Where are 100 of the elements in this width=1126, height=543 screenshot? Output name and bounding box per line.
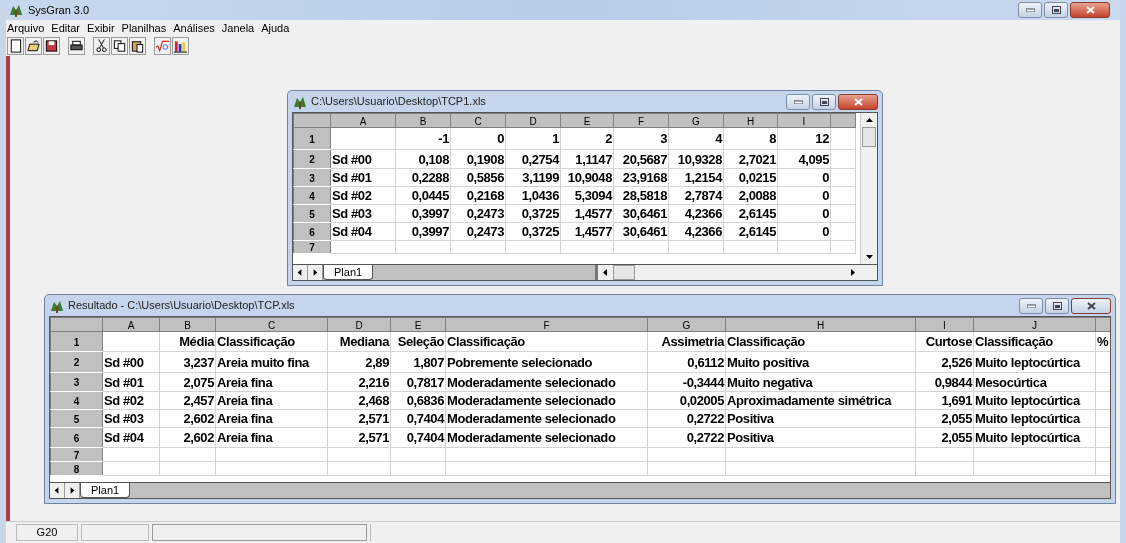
open-folder-button[interactable] <box>25 37 42 55</box>
minimize-icon <box>1025 8 1035 12</box>
table-cell: 12 <box>815 131 829 146</box>
close-icon <box>1086 301 1096 310</box>
table-cell: 4,095 <box>798 151 829 167</box>
row-header[interactable]: 6 <box>309 226 315 238</box>
row-header[interactable]: 4 <box>309 190 315 202</box>
column-header[interactable]: D <box>355 320 363 331</box>
restore-button[interactable] <box>1044 2 1068 18</box>
row-header[interactable]: 7 <box>309 242 315 253</box>
row-header[interactable]: 2 <box>309 154 315 165</box>
row-header[interactable]: 3 <box>309 172 315 184</box>
table-cell: Muito leptocúrtica <box>975 411 1080 426</box>
menu-item[interactable]: Exibir <box>87 19 115 37</box>
column-header[interactable]: D <box>529 116 537 127</box>
table-cell: Classificação <box>727 334 805 349</box>
previous-sheet-icon[interactable] <box>50 483 65 498</box>
table-cell: Areia muito fina <box>217 354 309 370</box>
scroll-thumb[interactable] <box>862 127 876 147</box>
copy-button[interactable] <box>111 37 128 55</box>
row-header[interactable]: 2 <box>73 357 80 368</box>
bar-chart-icon <box>173 38 188 54</box>
column-header[interactable]: A <box>127 320 135 331</box>
new-file-icon <box>8 38 23 54</box>
table-cell: Areia fina <box>217 374 273 390</box>
column-header[interactable]: C <box>267 320 276 331</box>
menu-item[interactable]: Arquivo <box>7 19 45 37</box>
column-header[interactable]: B <box>184 320 191 331</box>
previous-sheet-icon[interactable] <box>293 265 308 280</box>
table-cell: 2,7874 <box>684 188 722 203</box>
horizontal-scrollbar[interactable] <box>595 265 860 280</box>
restore-button[interactable] <box>1045 297 1069 314</box>
table-cell: Areia fina <box>217 393 273 408</box>
table-cell: 0,1908 <box>466 151 504 167</box>
column-header[interactable]: E <box>583 116 591 127</box>
bar-chart-button[interactable] <box>172 37 189 55</box>
column-header[interactable]: I <box>943 320 946 331</box>
restore-button[interactable] <box>812 93 836 110</box>
scissors-icon <box>94 38 109 54</box>
row-header[interactable]: 3 <box>73 377 80 388</box>
column-header[interactable]: G <box>692 116 700 127</box>
table-cell: Sd #00 <box>332 151 372 167</box>
table-cell: Assimetria <box>661 334 724 349</box>
table-cell: 0,02005 <box>679 393 724 408</box>
printer-button[interactable] <box>68 37 85 55</box>
next-sheet-icon[interactable] <box>65 483 80 498</box>
column-header[interactable]: A <box>359 116 367 127</box>
table-cell: Classificação <box>447 334 525 349</box>
column-header[interactable]: F <box>543 320 550 331</box>
table-cell: Positiva <box>727 430 774 445</box>
column-header[interactable]: C <box>474 116 482 127</box>
menu-item[interactable]: Janela <box>221 19 255 37</box>
column-header[interactable]: E <box>414 320 422 331</box>
close-button[interactable] <box>1071 297 1111 314</box>
column-header[interactable]: F <box>637 116 645 127</box>
new-file-button[interactable] <box>7 37 24 55</box>
row-header[interactable]: 5 <box>309 208 315 220</box>
scissors-button[interactable] <box>93 37 110 55</box>
table-cell: 1,4577 <box>574 224 612 239</box>
column-header[interactable]: I <box>802 116 806 127</box>
table-cell: 2 <box>605 131 612 146</box>
row-header[interactable]: 7 <box>73 449 80 461</box>
menu-item[interactable]: Ajuda <box>261 19 290 37</box>
copy-icon <box>112 38 127 54</box>
table-cell: 2,468 <box>358 393 389 408</box>
row-header[interactable]: 8 <box>73 463 80 475</box>
sheet-tab[interactable]: Plan1 <box>323 265 374 280</box>
row-header[interactable]: 1 <box>309 133 315 145</box>
row-header[interactable]: 1 <box>73 336 80 348</box>
window-title: Resultado - C:\Users\Usuario\Desktop\TCP.xls <box>68 298 295 314</box>
table-cell: Moderadamente selecionado <box>447 393 616 408</box>
save-button[interactable] <box>43 37 60 55</box>
paste-button[interactable] <box>129 37 146 55</box>
close-button[interactable] <box>1070 2 1110 18</box>
square-root-icon <box>155 38 170 54</box>
column-header[interactable]: G <box>682 320 691 331</box>
square-root-button[interactable] <box>154 37 171 55</box>
vertical-scrollbar[interactable] <box>860 113 877 264</box>
row-header[interactable]: 6 <box>73 432 80 444</box>
table-cell: Moderadamente selecionado <box>447 374 616 390</box>
menu-item[interactable]: Análises <box>173 19 215 37</box>
sheet-tab[interactable]: Plan1 <box>80 483 131 498</box>
column-header[interactable]: H <box>816 320 825 331</box>
row-header[interactable]: 4 <box>73 395 80 407</box>
table-cell: Aproximadamente simétrica <box>727 393 892 408</box>
next-sheet-icon[interactable] <box>308 265 323 280</box>
column-header[interactable]: H <box>746 116 755 127</box>
table-cell: 0,7817 <box>406 374 444 390</box>
table-cell: 2,602 <box>183 430 214 445</box>
scroll-thumb[interactable] <box>613 265 635 280</box>
menu-item[interactable]: Planilhas <box>121 19 167 37</box>
row-header[interactable]: 5 <box>73 413 80 425</box>
column-header[interactable]: B <box>419 116 427 127</box>
table-cell: 1,2154 <box>684 170 722 185</box>
table-cell: 0,6112 <box>687 354 724 370</box>
scrollbar-corner <box>860 265 877 280</box>
menu-item[interactable]: Editar <box>51 19 81 37</box>
table-cell: 4 <box>715 131 722 146</box>
column-header[interactable]: J <box>1032 320 1037 331</box>
close-button[interactable] <box>838 93 878 110</box>
